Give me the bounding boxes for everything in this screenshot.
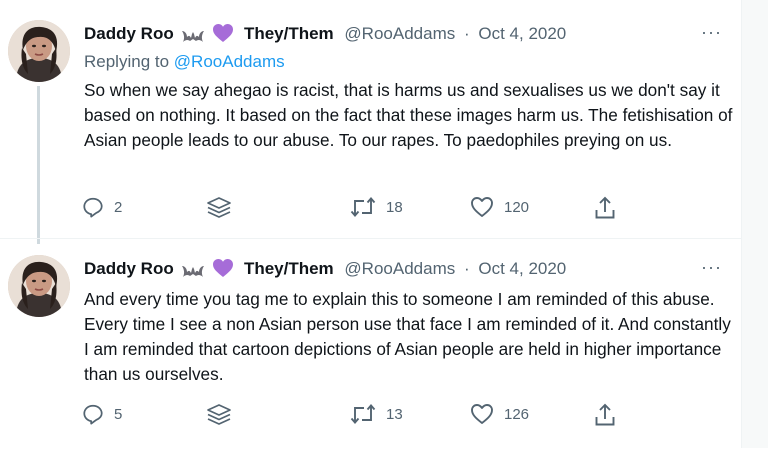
like-count: 120 [504,198,530,216]
more-icon[interactable]: ··· [701,22,722,43]
replying-label: Replying to [84,52,170,71]
replying-to-link[interactable]: @RooAddams [174,52,285,71]
like-icon [471,404,493,424]
stack-button[interactable] [206,403,232,427]
like-count: 126 [504,405,530,423]
retweet-count: 13 [386,405,403,423]
retweet-icon [350,404,376,424]
stack-icon [207,197,231,218]
timestamp[interactable]: Oct 4, 2020 [478,259,566,278]
tweet-text: And every time you tag me to explain thi… [84,289,731,384]
purple-heart-emoji [213,24,234,48]
reply-button[interactable]: 2 [82,196,122,218]
tweet[interactable]: Daddy Roo They/Them @RooAddams · Oct 4, … [0,238,742,449]
handle[interactable]: @RooAddams [344,24,455,43]
separator: · [463,24,470,43]
handle[interactable]: @RooAddams [344,259,455,278]
tweet-actions: 2 18 120 [82,196,622,222]
scrollbar[interactable] [741,0,768,448]
tweet-actions: 5 13 126 [82,403,622,429]
tweet[interactable]: Daddy Roo They/Them @RooAddams · Oct 4, … [0,0,742,244]
more-icon[interactable]: ··· [701,257,722,278]
tweet-header: Daddy Roo They/Them @RooAddams · Oct 4, … [84,258,566,283]
share-icon [595,196,615,219]
pronouns: They/Them [243,24,334,43]
separator: · [463,259,470,278]
tweet-header: Daddy Roo They/Them @RooAddams · Oct 4, … [84,23,566,48]
like-button[interactable]: 120 [470,196,529,218]
reply-button[interactable]: 5 [82,403,122,425]
stack-icon [207,404,231,425]
display-name[interactable]: Daddy Roo [84,259,174,278]
avatar[interactable] [8,20,70,82]
timestamp[interactable]: Oct 4, 2020 [478,24,566,43]
like-icon [471,197,493,217]
share-icon [595,403,615,426]
replying-to: Replying to @RooAddams [84,52,285,72]
bat-emoji [182,26,205,48]
purple-heart-emoji [213,259,234,283]
bat-emoji [182,261,205,283]
retweet-count: 18 [386,198,403,216]
like-button[interactable]: 126 [470,403,529,425]
tweet-text: So when we say ahegao is racist, that is… [84,80,733,150]
avatar[interactable] [8,255,70,317]
retweet-icon [350,197,376,217]
thread-line [37,86,40,244]
share-button[interactable] [594,403,616,427]
reply-icon [83,404,103,425]
retweet-button[interactable]: 18 [350,196,403,218]
stack-button[interactable] [206,196,232,220]
reply-icon [83,197,103,218]
reply-count: 2 [114,198,123,216]
display-name[interactable]: Daddy Roo [84,24,174,43]
reply-count: 5 [114,405,123,423]
share-button[interactable] [594,196,616,220]
retweet-button[interactable]: 13 [350,403,403,425]
pronouns: They/Them [243,259,334,278]
